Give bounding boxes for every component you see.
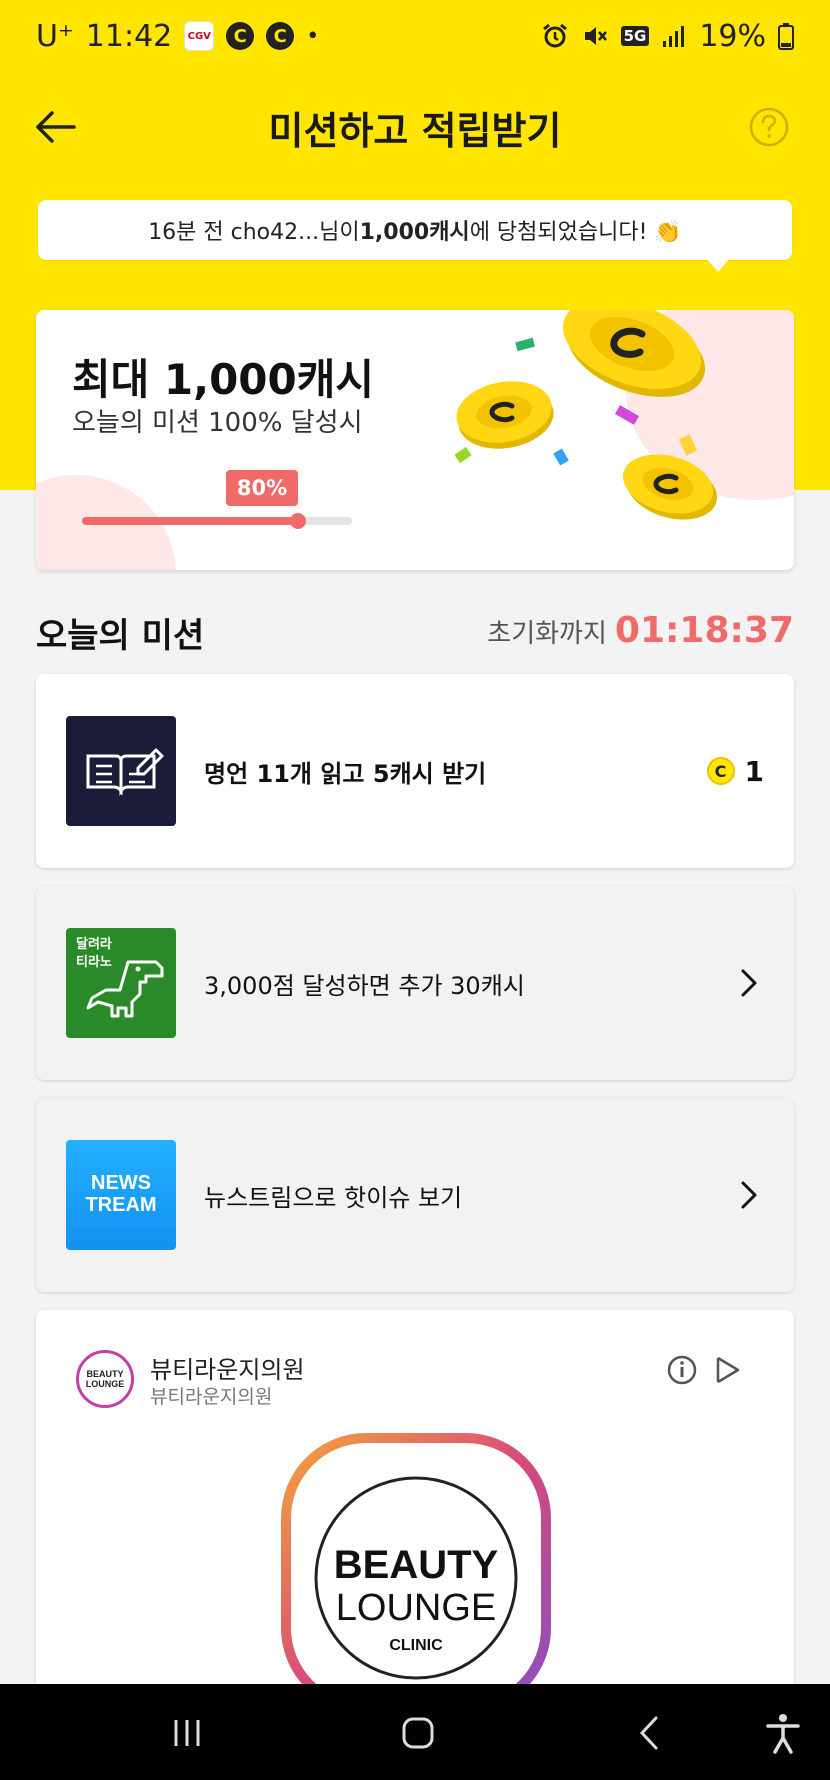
chevron-right-icon [741, 1181, 757, 1209]
newstream-logo-line: TREAM [85, 1194, 157, 1216]
progress-knob [290, 513, 306, 529]
dot-icon: • [306, 23, 320, 49]
battery-icon [778, 23, 794, 50]
mission-card-quotes[interactable]: 명언 11개 읽고 5캐시 받기 C 1 [36, 674, 794, 868]
page-title: 미션하고 적립받기 [268, 108, 562, 153]
help-button[interactable] [738, 96, 800, 158]
winner-suffix: 에 당첨되었습니다! 👏 [469, 220, 682, 245]
book-pen-icon [66, 716, 176, 826]
reward-title: 최대 1,000캐시 [72, 355, 375, 404]
carrier-label: U⁺ [36, 18, 74, 54]
advertiser-logo: BEAUTY LOUNGE [76, 1350, 134, 1408]
ad-image: BEAUTY LOUNGE CLINIC [281, 1433, 551, 1708]
winner-banner: 16분 전 cho42...님이 1,000캐시 에 당첨되었습니다! 👏 [38, 200, 792, 260]
status-bar: U⁺ 11:42 CGV C C • 5G 19% [0, 0, 830, 72]
cgv-app-icon: CGV [184, 21, 215, 51]
advertiser-logo-line: LOUNGE [85, 1379, 125, 1389]
progress-fill [82, 517, 298, 525]
missions-heading: 오늘의 미션 [36, 616, 205, 656]
coin-icon [562, 310, 706, 397]
app-header: 미션하고 적립받기 [0, 72, 830, 182]
mission-label: 뉴스트림으로 핫이슈 보기 [204, 1183, 463, 1212]
coins-illustration [454, 310, 718, 520]
mission-label: 명언 11개 읽고 5캐시 받기 [204, 759, 487, 788]
winner-amount: 1,000캐시 [359, 220, 470, 245]
reward-card: 최대 1,000캐시 오늘의 미션 100% 달성시 80% [36, 310, 794, 570]
mission-label: 3,000점 달성하면 추가 30캐시 [204, 971, 525, 1000]
ad-choices-icon[interactable] [712, 1354, 744, 1386]
mission-card-newstream[interactable]: NEWS TREAM 뉴스트림으로 핫이슈 보기 [36, 1098, 794, 1292]
clock: 11:42 [85, 18, 173, 54]
battery-label: 19% [699, 18, 766, 54]
coin-icon [622, 454, 718, 520]
mission-card-tirano-game[interactable]: 달려라 티라노 3,000점 달성하면 추가 30캐시 [36, 886, 794, 1080]
question-circle-icon [749, 107, 789, 147]
reset-timer: 초기화까지 01:18:37 [487, 610, 794, 651]
mission-reward: C 1 [706, 754, 764, 788]
arrow-left-icon [36, 111, 76, 143]
ad-logo-line: BEAUTY [334, 1543, 499, 1587]
ad-card[interactable]: BEAUTY LOUNGE 뷰티라운지의원 뷰티라운지의원 BEAUTY LOU… [36, 1310, 794, 1730]
ad-logo-line: LOUNGE [336, 1587, 496, 1629]
signal-icon [663, 26, 685, 47]
dinosaur-icon: 달려라 티라노 [66, 928, 176, 1038]
system-nav-bar [0, 1684, 830, 1780]
recent-apps-icon[interactable] [162, 1708, 212, 1758]
alarm-icon [542, 23, 567, 48]
network-label: 5G [620, 26, 650, 46]
accessibility-icon[interactable] [758, 1708, 808, 1758]
reward-subtitle: 오늘의 미션 100% 달성시 [72, 408, 363, 438]
mute-icon [584, 27, 607, 45]
mission-reward-count: 1 [744, 754, 764, 788]
progress-bar [82, 513, 352, 529]
c-notification-icon: C [266, 22, 295, 50]
reset-label: 초기화까지 [487, 619, 607, 649]
home-icon[interactable] [393, 1708, 443, 1758]
advertiser-name: 뷰티라운지의원 [150, 1356, 305, 1384]
winner-banner-tail [706, 258, 730, 272]
reset-time: 01:18:37 [614, 610, 794, 651]
back-button[interactable] [28, 92, 84, 162]
newstream-logo-line: NEWS [91, 1172, 151, 1194]
newstream-logo: NEWS TREAM [66, 1140, 176, 1250]
info-icon[interactable] [666, 1354, 698, 1386]
progress-badge: 80% [226, 470, 298, 506]
advertiser-logo-line: BEAUTY [86, 1369, 124, 1379]
coin-icon: C [706, 757, 735, 785]
advertiser-subtitle: 뷰티라운지의원 [150, 1386, 273, 1408]
ad-logo-line: CLINIC [389, 1637, 443, 1654]
chevron-right-icon [741, 969, 757, 997]
winner-prefix: 16분 전 cho42...님이 [148, 220, 360, 245]
back-nav-icon[interactable] [626, 1708, 676, 1758]
c-notification-icon: C [226, 22, 255, 50]
coin-icon [456, 381, 554, 449]
